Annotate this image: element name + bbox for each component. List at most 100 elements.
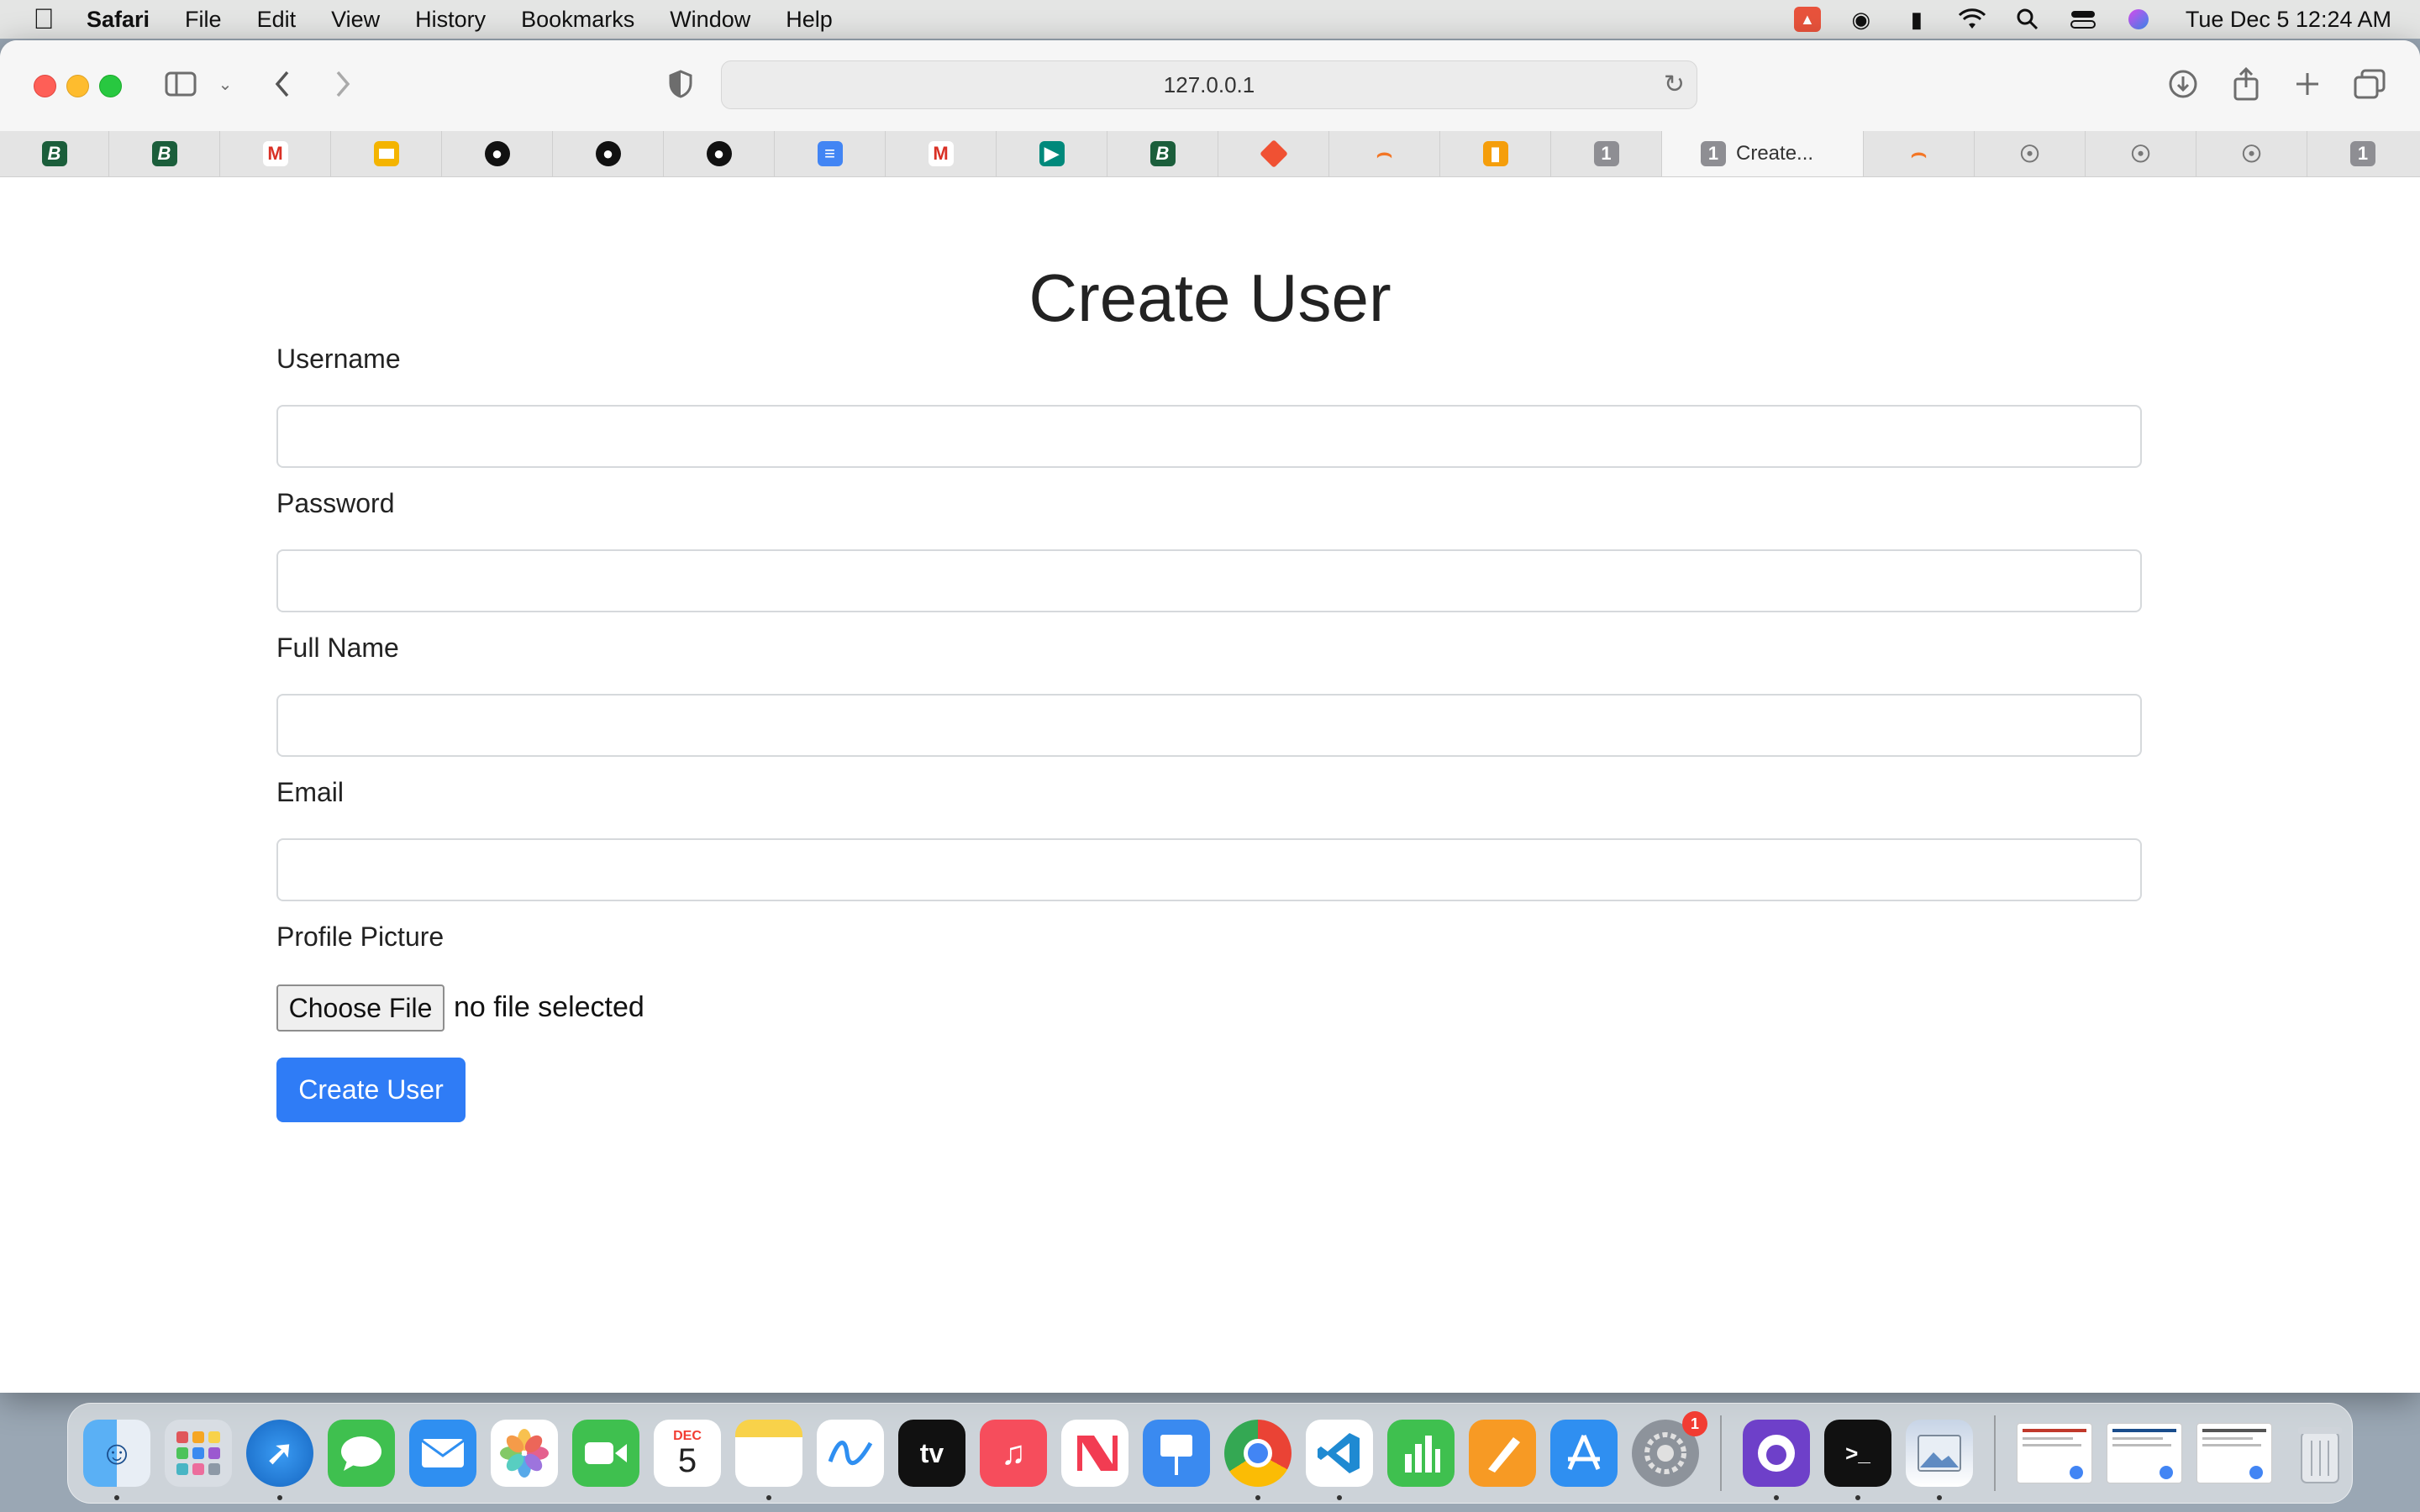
menu-file[interactable]: File (167, 7, 239, 33)
numbers-icon[interactable] (1387, 1420, 1455, 1487)
freeform-icon[interactable] (817, 1420, 884, 1487)
terminal-icon[interactable]: >_ (1824, 1420, 1891, 1500)
numbered-tab-badge: 1 (2350, 141, 2375, 166)
site-b-icon: B (41, 141, 67, 166)
news-icon[interactable] (1061, 1420, 1128, 1487)
menu-help[interactable]: Help (768, 7, 850, 33)
tab-site-b-1[interactable]: B (0, 131, 109, 176)
tab-books[interactable]: ▮ (1440, 131, 1551, 176)
minimized-window-thumbnail[interactable] (2017, 1423, 2092, 1483)
new-tab-icon[interactable] (2291, 66, 2324, 102)
share-icon[interactable] (2229, 66, 2263, 102)
menu-edit[interactable]: Edit (239, 7, 314, 33)
fullname-input[interactable] (276, 694, 2142, 757)
site-b-icon: B (151, 141, 177, 166)
wifi-icon[interactable] (1957, 7, 1987, 32)
tab-compass-2[interactable]: ☉ (2086, 131, 2196, 176)
tab-slides[interactable] (331, 131, 442, 176)
tab-compass-3[interactable]: ☉ (2196, 131, 2307, 176)
back-button[interactable] (267, 66, 297, 102)
notes-icon[interactable] (735, 1420, 802, 1500)
safari-icon[interactable]: ➚ (246, 1420, 313, 1500)
menubar-clock[interactable]: Tue Dec 5 12:24 AM (2186, 7, 2391, 33)
user-account-icon[interactable]: ◉ (1846, 7, 1876, 32)
numbered-tab-badge: 1 (1593, 141, 1619, 166)
dock: ☺ ➚ DEC 5 tv ♫ 1 >_ (67, 1403, 2353, 1504)
menu-bookmarks[interactable]: Bookmarks (503, 7, 652, 33)
tab-create-user[interactable]: 1 Create... (1662, 131, 1864, 176)
system-settings-icon[interactable]: 1 (1632, 1411, 1707, 1487)
downloads-icon[interactable] (2166, 66, 2200, 102)
window-zoom-button[interactable] (99, 75, 122, 97)
finder-icon[interactable]: ☺ (83, 1420, 150, 1500)
forward-button[interactable] (328, 66, 358, 102)
apple-menu-icon[interactable]:  (18, 3, 69, 36)
chrome-icon[interactable] (1224, 1420, 1292, 1500)
password-label: Password (276, 488, 395, 518)
email-input[interactable] (276, 838, 2142, 901)
menu-bar:  Safari File Edit View History Bookmark… (0, 0, 2420, 39)
battery-icon[interactable]: ▮ (1902, 7, 1932, 32)
tab-docs[interactable]: ≡ (775, 131, 886, 176)
menu-history[interactable]: History (397, 7, 503, 33)
create-user-button[interactable]: Create User (276, 1058, 466, 1122)
privacy-shield-icon[interactable] (666, 66, 696, 102)
launchpad-icon[interactable] (165, 1420, 232, 1487)
tab-jupyter-2[interactable]: ⌢ (1864, 131, 1975, 176)
calendar-day: 5 (677, 1442, 697, 1479)
apple-tv-icon[interactable]: tv (898, 1420, 965, 1487)
tab-github-1[interactable]: ● (442, 131, 553, 176)
status-app-icon[interactable]: ▲ (1793, 7, 1821, 32)
tab-github-3[interactable]: ● (664, 131, 775, 176)
control-center-icon[interactable] (2068, 7, 2098, 32)
pages-icon[interactable] (1469, 1420, 1536, 1487)
github-desktop-icon[interactable] (1743, 1420, 1810, 1500)
sidebar-toggle-icon[interactable] (162, 66, 199, 102)
tab-overview-icon[interactable] (2353, 66, 2386, 102)
tab-gmail-1[interactable]: M (220, 131, 331, 176)
tab-meet[interactable]: ▶ (997, 131, 1107, 176)
tab-compass-1[interactable]: ☉ (1975, 131, 2086, 176)
menu-window[interactable]: Window (652, 7, 768, 33)
mail-icon[interactable] (409, 1420, 476, 1487)
tab-numbered-1[interactable]: 1 (1551, 131, 1662, 176)
vscode-icon[interactable] (1306, 1420, 1373, 1500)
address-bar[interactable]: 127.0.0.1 ↻ (721, 60, 1697, 109)
calendar-icon[interactable]: DEC 5 (654, 1420, 721, 1487)
running-indicator (277, 1495, 282, 1500)
menu-view[interactable]: View (313, 7, 397, 33)
spotlight-search-icon[interactable] (2012, 7, 2043, 32)
siri-icon[interactable] (2123, 7, 2154, 32)
file-status-text: no file selected (454, 991, 644, 1023)
reload-icon[interactable]: ↻ (1664, 70, 1685, 99)
messages-icon[interactable] (328, 1420, 395, 1487)
github-icon: ● (484, 141, 510, 166)
keynote-icon[interactable] (1143, 1420, 1210, 1487)
choose-file-button[interactable]: Choose File (276, 984, 445, 1032)
apple-tv-label: tv (919, 1437, 944, 1468)
minimized-window-thumbnail[interactable] (2196, 1423, 2272, 1483)
jupyter-icon: ⌢ (1910, 139, 1928, 167)
tab-jupyter-1[interactable]: ⌢ (1329, 131, 1440, 176)
page-content: Create User Username Password Full Name … (0, 177, 2420, 1393)
tab-git[interactable] (1218, 131, 1329, 176)
chevron-down-icon[interactable]: ⌄ (215, 66, 235, 102)
minimized-window-thumbnail[interactable] (2107, 1423, 2182, 1483)
menu-app-safari[interactable]: Safari (69, 7, 167, 33)
tab-site-b-2[interactable]: B (109, 131, 220, 176)
tab-site-b-3[interactable]: B (1107, 131, 1218, 176)
username-input[interactable] (276, 405, 2142, 468)
tab-numbered-2[interactable]: 1 (2307, 131, 2418, 176)
facetime-icon[interactable] (572, 1420, 639, 1487)
photos-icon[interactable] (491, 1420, 558, 1487)
window-close-button[interactable] (34, 75, 56, 97)
music-icon[interactable]: ♫ (980, 1420, 1047, 1487)
tab-gmail-2[interactable]: M (886, 131, 997, 176)
window-minimize-button[interactable] (66, 75, 89, 97)
compass-icon: ☉ (2129, 140, 2152, 167)
tab-github-2[interactable]: ● (553, 131, 664, 176)
trash-icon[interactable] (2286, 1420, 2354, 1487)
preview-icon[interactable] (1906, 1420, 1973, 1500)
app-store-icon[interactable] (1550, 1420, 1618, 1487)
password-input[interactable] (276, 549, 2142, 612)
